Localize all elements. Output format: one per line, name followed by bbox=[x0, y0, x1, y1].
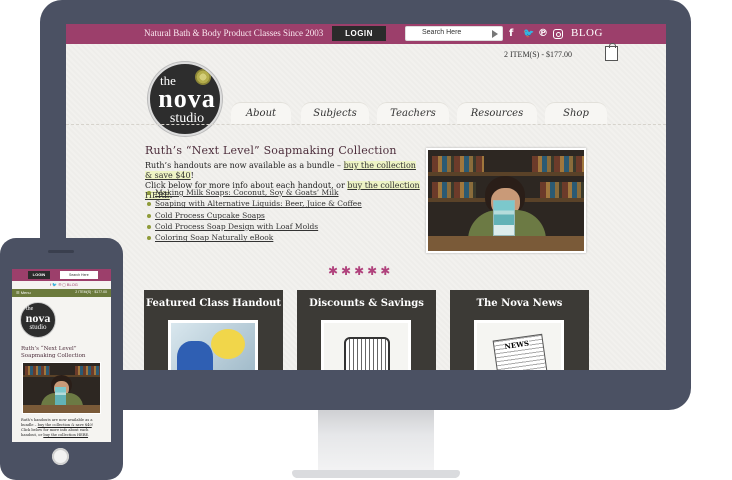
soap-stack bbox=[493, 200, 515, 236]
newspaper-headline: NEWS bbox=[503, 338, 530, 352]
bullet-icon bbox=[147, 224, 151, 229]
monitor-stand-neck bbox=[318, 410, 434, 472]
soap-stack bbox=[55, 387, 66, 405]
phone-hero-photo[interactable] bbox=[22, 362, 101, 414]
pinterest-icon[interactable]: ℗ bbox=[538, 27, 548, 41]
list-item: Soaping with Alternative Liquids: Beer, … bbox=[147, 198, 362, 209]
bullet-icon bbox=[147, 202, 151, 207]
jars-left-lower bbox=[432, 182, 476, 198]
desktop-monitor-frame: Natural Bath & Body Product Classes Sinc… bbox=[40, 0, 691, 410]
feature-box-class-handout[interactable]: Featured Class Handout bbox=[144, 290, 283, 370]
jars-right bbox=[532, 156, 584, 172]
phone-intro-text: Ruth’s handouts are now available as a b… bbox=[21, 418, 103, 438]
handout-link-loaf-molds[interactable]: Cold Process Soap Design with Loaf Molds bbox=[155, 222, 318, 231]
feature-image-newspaper: NEWS bbox=[474, 320, 564, 370]
phone-screen: LOGIN Search Here f 🐦 ℗ ◻ BLOG ☰ Menu 2 … bbox=[12, 269, 111, 442]
nav-tab-subjects[interactable]: Subjects bbox=[301, 102, 369, 124]
desktop-screen: Natural Bath & Body Product Classes Sinc… bbox=[66, 24, 666, 370]
twitter-icon[interactable]: 🐦 bbox=[523, 27, 534, 41]
feature-box-nova-news[interactable]: The Nova News NEWS bbox=[450, 290, 589, 370]
phone-top-bar: LOGIN Search Here bbox=[12, 269, 111, 281]
search-input[interactable]: Search Here bbox=[405, 26, 503, 41]
phone-text-suffix: . bbox=[88, 433, 90, 437]
phone-social-links[interactable]: f 🐦 ℗ ◻ BLOG bbox=[50, 282, 78, 287]
handout-link-cupcake-soaps[interactable]: Cold Process Cupcake Soaps bbox=[155, 211, 265, 220]
phone-cart-summary[interactable]: 2 ITEM(S) · $177.00 bbox=[75, 290, 107, 294]
jars-right-lower bbox=[540, 182, 584, 198]
blog-link[interactable]: BLOG bbox=[571, 27, 603, 39]
handout-link-coloring-ebook[interactable]: Coloring Soap Naturally eBook bbox=[155, 233, 273, 242]
feature-image-cash-register bbox=[321, 320, 411, 370]
jars-left bbox=[25, 366, 50, 375]
phone-menu-button[interactable]: ☰ Menu bbox=[16, 290, 31, 295]
phone-frame: LOGIN Search Here f 🐦 ℗ ◻ BLOG ☰ Menu 2 … bbox=[0, 238, 123, 480]
phone-site-logo[interactable]: the nova studio bbox=[20, 302, 56, 338]
list-item: Cold Process Cupcake Soaps bbox=[147, 210, 362, 221]
instagram-icon[interactable] bbox=[553, 29, 563, 39]
login-button[interactable]: LOGIN bbox=[332, 26, 386, 41]
logo-word-nova: nova bbox=[158, 84, 216, 113]
phone-buy-collection-here-link[interactable]: buy the collection HERE bbox=[43, 433, 88, 437]
shopping-bag-icon[interactable] bbox=[605, 43, 618, 61]
main-nav: About Subjects Teachers Resources Shop bbox=[231, 102, 611, 124]
cart-summary[interactable]: 2 ITEM(S) - $177.00 bbox=[504, 50, 572, 59]
newspaper-icon: NEWS bbox=[492, 333, 548, 370]
feature-title: Featured Class Handout bbox=[145, 298, 282, 309]
jars-left bbox=[432, 156, 484, 172]
spray-bottle bbox=[177, 341, 213, 370]
feature-image-cleaning bbox=[168, 320, 258, 370]
search-submit-icon[interactable] bbox=[492, 30, 498, 38]
list-item: Making Milk Soaps: Coconut, Soy & Goats’… bbox=[147, 187, 362, 198]
monitor-stand-base bbox=[292, 470, 460, 478]
bullet-icon bbox=[147, 213, 151, 218]
nav-divider bbox=[66, 124, 666, 128]
phone-buy-collection-save-link[interactable]: buy the collection & save $40 bbox=[38, 423, 92, 427]
phone-search-input[interactable]: Search Here bbox=[60, 271, 98, 279]
tagline: Natural Bath & Body Product Classes Sinc… bbox=[144, 28, 324, 38]
leaf-emblem-icon bbox=[195, 69, 211, 85]
bullet-icon bbox=[147, 191, 151, 195]
yellow-glove bbox=[211, 329, 245, 359]
table bbox=[23, 405, 100, 413]
handout-link-alternative-liquids[interactable]: Soaping with Alternative Liquids: Beer, … bbox=[155, 199, 362, 208]
handout-link-milk-soaps[interactable]: Making Milk Soaps: Coconut, Soy & Goats’… bbox=[155, 188, 339, 197]
facebook-icon[interactable]: f bbox=[509, 27, 513, 41]
intro-line1-suffix: ! bbox=[190, 171, 194, 180]
top-bar: Natural Bath & Body Product Classes Sinc… bbox=[66, 24, 666, 44]
slider-dots[interactable]: ✱✱✱✱✱ bbox=[328, 264, 393, 278]
logo-word-studio: studio bbox=[29, 323, 47, 331]
handout-list: Making Milk Soaps: Coconut, Soy & Goats’… bbox=[147, 187, 362, 243]
nav-tab-resources[interactable]: Resources bbox=[457, 102, 537, 124]
nav-tab-shop[interactable]: Shop bbox=[545, 102, 607, 124]
phone-intro-title: Ruth’s “Next Level” Soapmaking Collectio… bbox=[21, 346, 86, 359]
feature-box-discounts[interactable]: Discounts & Savings bbox=[297, 290, 436, 370]
nav-tab-about[interactable]: About bbox=[231, 102, 291, 124]
list-item: Coloring Soap Naturally eBook bbox=[147, 232, 362, 243]
jars-right bbox=[75, 366, 100, 375]
hero-photo[interactable] bbox=[426, 148, 586, 253]
feature-title: The Nova News bbox=[476, 298, 563, 309]
intro-title: Ruth’s “Next Level” Soapmaking Collectio… bbox=[145, 144, 397, 157]
feature-title: Discounts & Savings bbox=[309, 298, 424, 309]
search-placeholder: Search Here bbox=[422, 29, 462, 36]
cash-register-icon bbox=[344, 337, 390, 370]
nav-tab-teachers[interactable]: Teachers bbox=[377, 102, 449, 124]
phone-login-button[interactable]: LOGIN bbox=[28, 271, 50, 279]
phone-home-button[interactable] bbox=[52, 448, 69, 465]
phone-speaker bbox=[48, 250, 74, 253]
intro-line1-prefix: Ruth’s handouts are now available as a b… bbox=[145, 161, 344, 170]
bullet-icon bbox=[147, 236, 151, 241]
list-item: Cold Process Soap Design with Loaf Molds bbox=[147, 221, 362, 232]
phone-menu-bar: ☰ Menu 2 ITEM(S) · $177.00 bbox=[12, 289, 111, 297]
table bbox=[428, 236, 584, 251]
